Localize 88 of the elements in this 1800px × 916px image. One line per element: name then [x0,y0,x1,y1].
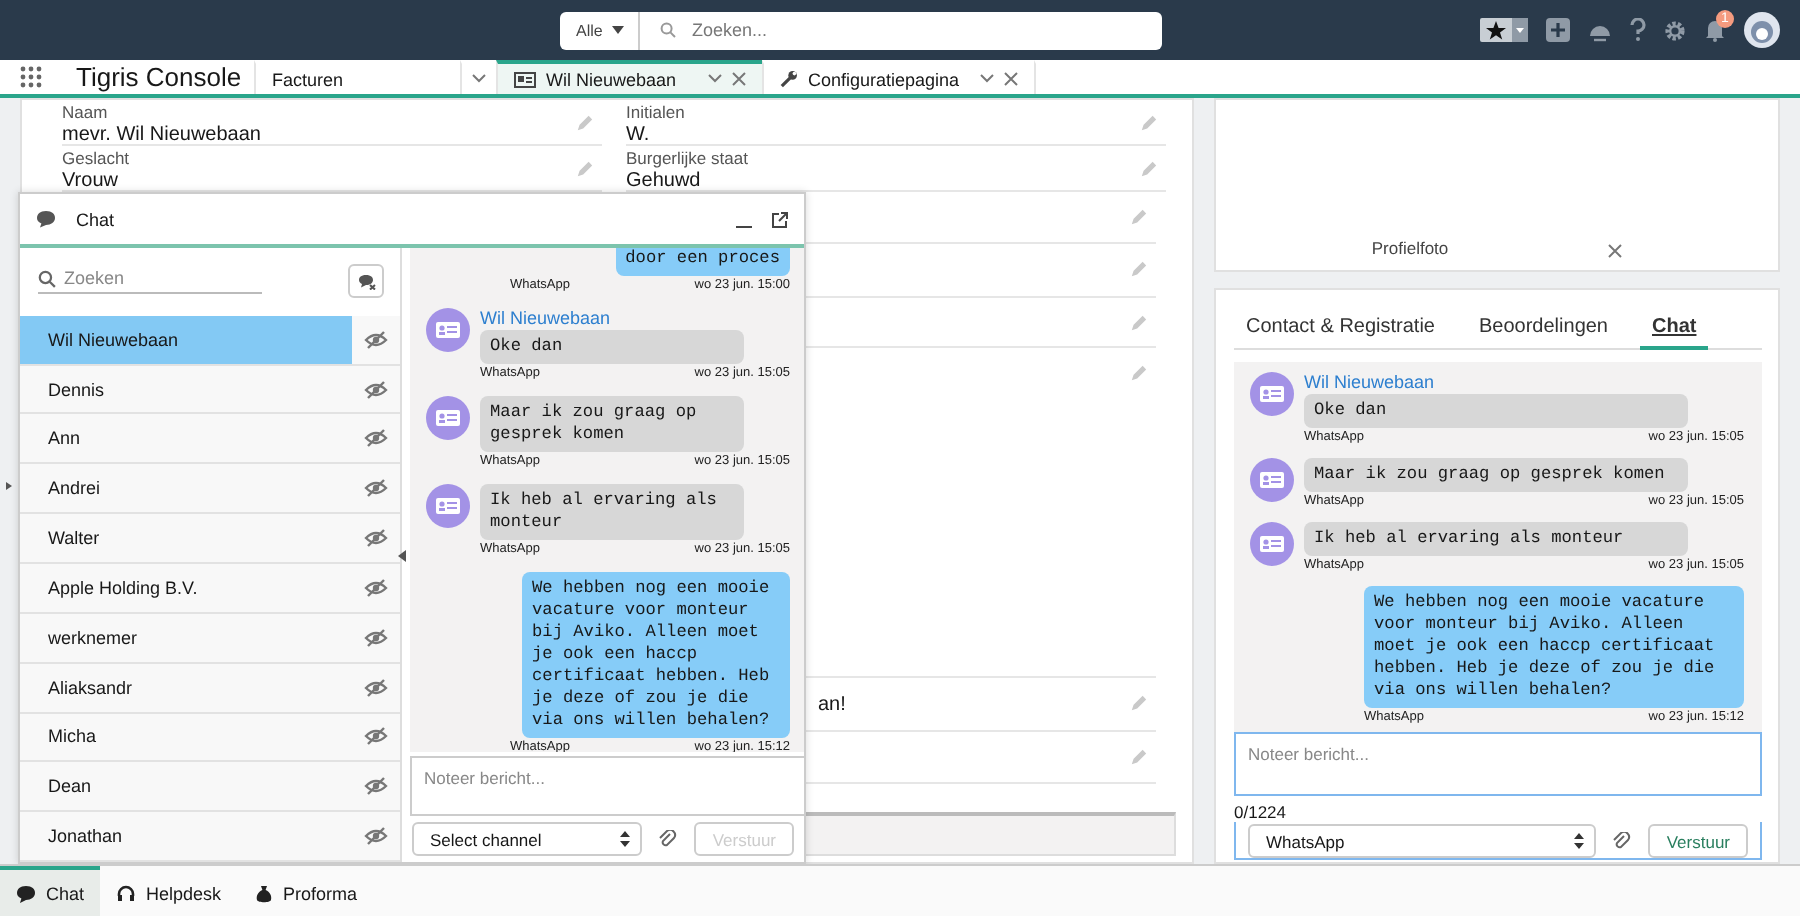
eye-slash-icon[interactable] [364,726,388,747]
field-value: mevr. Wil Nieuwebaan [62,124,263,147]
contact-item[interactable]: Wil Nieuwebaan [20,315,400,366]
eye-slash-icon[interactable] [364,428,388,449]
contact-card-icon [426,308,470,352]
message-bubble: Oke dan [1304,394,1688,428]
close-icon[interactable] [1003,72,1018,86]
utility-tab[interactable]: Proforma [237,866,374,916]
add-icon[interactable] [1546,18,1570,42]
field-value: an! [818,694,846,716]
sender-name: Wil Nieuwebaan [1304,372,1437,392]
stepper-icon [620,830,631,848]
utility-tab[interactable]: Helpdesk [100,866,238,916]
money-bag-icon [253,883,274,903]
sender-name: Wil Nieuwebaan [480,308,613,328]
caret-icon [612,26,625,34]
tab[interactable]: Beoordelingen [1467,306,1620,350]
chat-filter-icon [357,273,375,290]
message-bubble: We hebben nog een mooie vacature voor monteur bij Aviko. Alleen moet je ook een haccp certificaat hebben. Heb je deze of zou je die via ons willen behalen? [522,572,790,738]
settings-icon[interactable] [1664,19,1686,41]
channel-select[interactable]: Select channel [412,822,643,856]
field-label: Burgerlijke staat [626,150,750,169]
message-bubble: Ik heb al ervaring als monteur [480,484,744,540]
contact-card-icon [514,71,536,87]
contact-card-icon [1250,372,1294,416]
paperclip-icon[interactable] [1612,831,1633,851]
character-counter: 0/1224 [1234,802,1288,822]
help-icon[interactable] [1630,18,1646,42]
message-bubble: Maar ik zou graag op gesprek komen [1304,458,1688,492]
bell-icon[interactable] [1704,18,1726,42]
filter-button[interactable] [348,264,384,299]
wrench-icon [780,70,798,88]
app-launcher-icon[interactable] [19,66,41,88]
search-placeholder: Zoeken... [692,20,768,40]
message-bubble: door een proces [615,248,790,276]
eye-slash-icon[interactable] [364,478,388,499]
field-value: Gehuwd [626,170,703,193]
chevron-down-icon[interactable] [979,74,994,84]
field-label: Naam [62,104,110,123]
chevron-down-icon[interactable] [472,74,486,84]
field-value: W. [626,124,652,147]
eye-slash-icon[interactable] [364,528,388,549]
close-icon[interactable] [1608,244,1623,258]
field-label: Geslacht [62,150,132,169]
contact-card-icon [1250,522,1294,566]
contact-item[interactable]: Micha [20,713,400,763]
contact-item[interactable]: Aliaksandr [20,663,400,714]
eye-slash-icon[interactable] [364,776,388,797]
message-field[interactable]: Noteer bericht... [410,756,806,816]
search-scope[interactable]: Alle [576,21,603,39]
send-button[interactable]: Verstuur [1648,824,1748,858]
contact-item[interactable]: Dennis [20,365,400,415]
profile-photo-label: Profielfoto [1371,238,1449,258]
tab[interactable]: Wil Nieuwebaan [496,60,762,94]
message-field[interactable]: Noteer bericht... [1234,732,1762,796]
chevron-down-icon[interactable] [708,74,722,84]
pop-out-icon[interactable] [772,211,788,227]
tab[interactable]: Chat [1640,306,1709,350]
chat-icon [36,210,56,228]
paperclip-icon[interactable] [658,829,679,849]
avatar-icon[interactable] [1744,12,1780,48]
chat-icon [16,883,36,903]
eye-slash-icon[interactable] [364,627,388,648]
message-bubble: We hebben nog een mooie vacature voor monteur bij Aviko. Alleen moet je ook een haccp certificaat hebben. Heb je deze of zou je die via ons willen behalen? [1364,586,1744,708]
headset-icon [116,883,137,903]
eye-slash-icon[interactable] [364,577,388,598]
field-value: Vrouw [62,170,120,193]
message-bubble: Maar ik zou graag op gesprek komen [480,396,744,452]
utility-tab[interactable]: Chat [0,866,101,916]
window-title: Chat [76,209,115,229]
search-icon [38,269,56,288]
close-icon[interactable] [732,72,746,86]
eye-slash-icon[interactable] [364,677,388,698]
tab[interactable]: Contact & Registratie [1234,306,1447,350]
search-icon [660,22,676,38]
stepper-icon [1574,832,1585,850]
field-label: Initialen [626,104,687,123]
channel-select[interactable]: WhatsApp [1248,824,1597,858]
search-field[interactable]: Alle Zoeken... [560,11,1162,49]
contact-card-icon [426,396,470,440]
eye-slash-icon[interactable] [364,826,388,847]
contact-card-icon [426,484,470,528]
contact-card-icon [1250,458,1294,502]
app-name: Tigris Console [76,62,242,92]
message-bubble: Ik heb al ervaring als monteur [1304,522,1688,556]
message-bubble: Oke dan [480,330,744,364]
eye-slash-icon[interactable] [364,329,388,350]
eye-slash-icon[interactable] [364,379,388,400]
